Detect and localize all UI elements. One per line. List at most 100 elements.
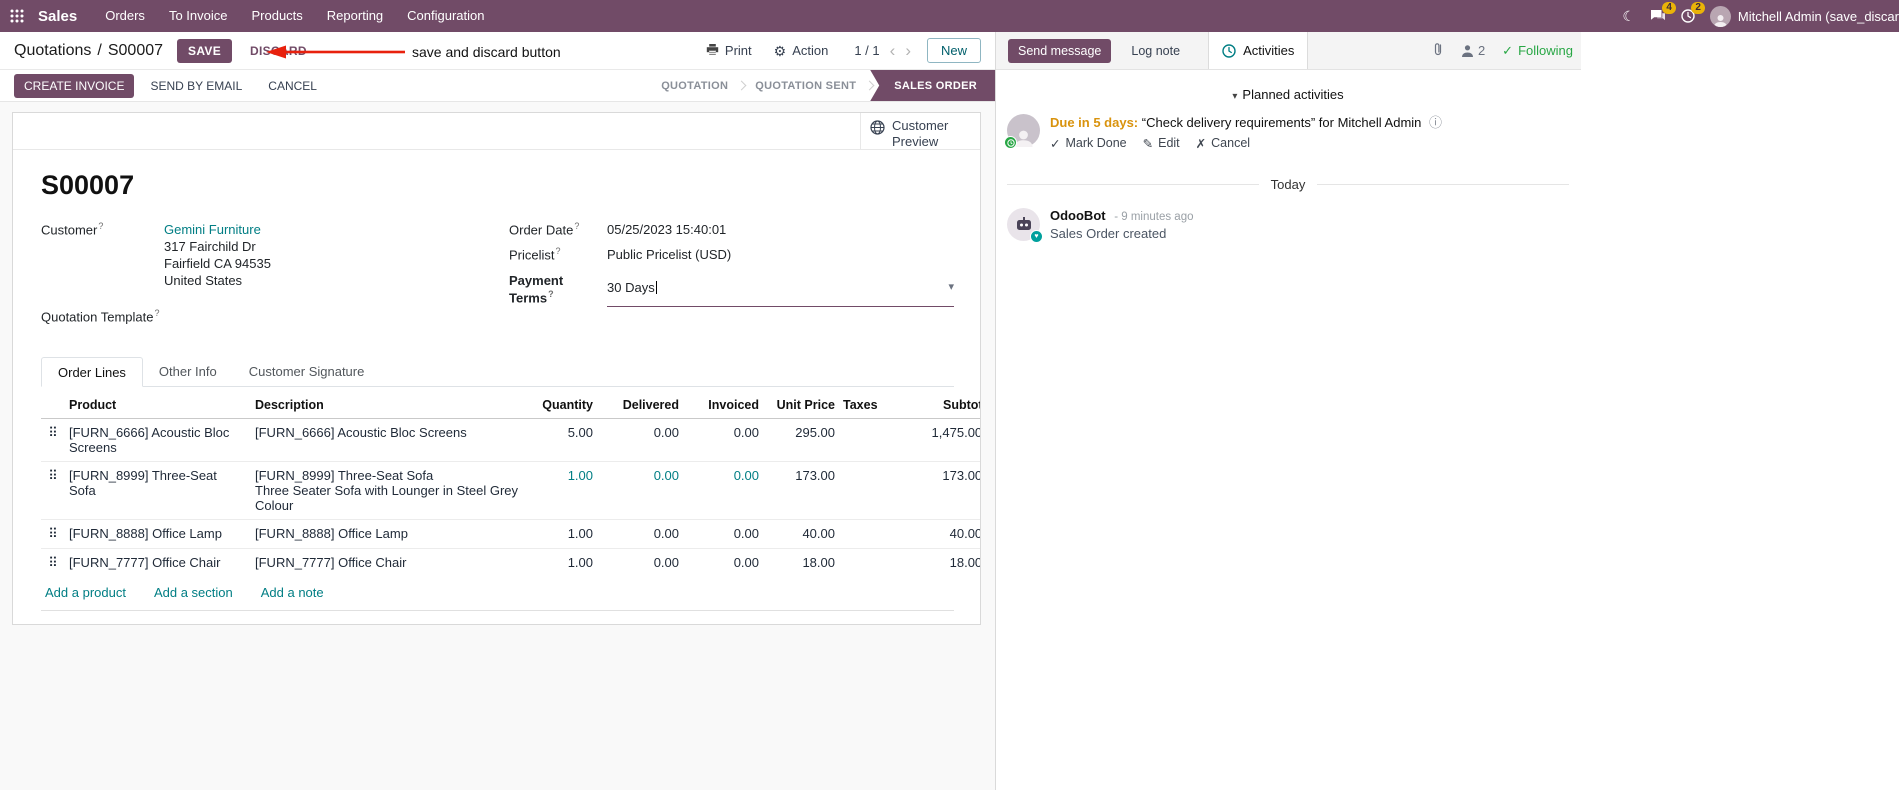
tab-other-info[interactable]: Other Info (143, 357, 233, 386)
apps-grid-icon[interactable] (10, 9, 32, 23)
pager-next-icon[interactable]: › (905, 42, 911, 59)
add-note-link[interactable]: Add a note (261, 585, 324, 600)
cell-description[interactable]: [FURN_8888] Office Lamp (251, 519, 523, 549)
cell-delivered: 0.00 (597, 461, 683, 520)
drag-handle-icon[interactable]: ⠿ (41, 419, 65, 462)
cell-description[interactable]: [FURN_6666] Acoustic Bloc Screens (251, 419, 523, 462)
breadcrumb-separator: / (97, 41, 102, 59)
activity-clock-icon[interactable]: 2 (1681, 2, 1705, 23)
navbar-systray: ☾ 4 2 Mitchell Admin (save_discar (1612, 2, 1899, 27)
cell-description[interactable]: [FURN_7777] Office Chair (251, 548, 523, 578)
cell-quantity[interactable]: 5.00 (523, 419, 597, 462)
cell-product[interactable]: [FURN_7777] Office Chair (65, 548, 251, 578)
clock-icon (1222, 43, 1236, 58)
save-button[interactable]: SAVE (177, 38, 233, 63)
cell-unit-price[interactable]: 18.00 (763, 548, 839, 578)
quotation-template-label[interactable]: Quotation Template? (41, 308, 160, 325)
activity-avatar[interactable] (1004, 114, 1040, 149)
add-section-link[interactable]: Add a section (154, 585, 233, 600)
edit-activity-button[interactable]: ✎ Edit (1143, 136, 1180, 151)
mark-done-button[interactable]: ✓ Mark Done (1050, 136, 1127, 151)
tab-order-lines[interactable]: Order Lines (41, 357, 143, 388)
customer-preview-button[interactable]: Customer Preview (860, 113, 980, 149)
menu-products[interactable]: Products (239, 0, 314, 32)
cell-taxes[interactable] (839, 548, 897, 578)
action-button[interactable]: ⚙ Action (774, 43, 829, 58)
payment-terms-value: 30 Days (607, 279, 655, 295)
order-date-label: Order Date? (509, 221, 580, 238)
odoobot-avatar[interactable]: ♥ (1007, 207, 1043, 243)
cell-unit-price[interactable]: 173.00 (763, 461, 839, 520)
cell-subtotal: 173.00 € (897, 461, 980, 520)
drag-handle-icon[interactable]: ⠿ (41, 461, 65, 520)
state-quotation[interactable]: QUOTATION (648, 70, 741, 101)
state-quotation-sent[interactable]: QUOTATION SENT (742, 70, 869, 101)
record-title: S00007 (41, 170, 135, 200)
tab-customer-signature[interactable]: Customer Signature (233, 357, 381, 386)
cell-description[interactable]: [FURN_8999] Three-Seat Sofa Three Seater … (251, 461, 523, 520)
user-menu[interactable]: Mitchell Admin (save_discar (1709, 5, 1899, 27)
activities-tab[interactable]: Activities (1208, 32, 1309, 69)
send-by-email-button[interactable]: SEND BY EMAIL (140, 74, 252, 98)
user-name: Mitchell Admin (save_discar (1737, 8, 1899, 24)
add-product-link[interactable]: Add a product (45, 585, 126, 600)
pencil-icon: ✎ (1142, 136, 1154, 151)
new-button[interactable]: New (926, 38, 981, 63)
menu-orders[interactable]: Orders (93, 0, 157, 32)
table-header-row: Product Description Quantity Delivered I… (41, 389, 980, 420)
cancel-activity-button[interactable]: ✗ Cancel (1196, 136, 1250, 151)
drag-handle-icon[interactable]: ⠿ (41, 519, 65, 549)
pager-prev-icon[interactable]: ‹ (890, 42, 896, 59)
customer-address-line2: Fairfield CA 94535 (164, 256, 271, 272)
attachment-paperclip-icon[interactable] (1432, 42, 1444, 59)
cell-product[interactable]: [FURN_8999] Three-Seat Sofa (65, 461, 251, 520)
followers-button[interactable]: 2 (1461, 43, 1485, 58)
send-message-button[interactable]: Send message (1008, 38, 1112, 63)
cell-invoiced: 0.00 (683, 519, 763, 549)
cancel-button[interactable]: CANCEL (258, 74, 327, 98)
cell-quantity[interactable]: 1.00 (523, 548, 597, 578)
printer-icon (706, 44, 719, 56)
cell-taxes[interactable] (839, 519, 897, 549)
cell-taxes[interactable] (839, 419, 897, 462)
log-note-button[interactable]: Log note (1121, 39, 1190, 63)
order-date-value[interactable]: 05/25/2023 15:40:01 (607, 221, 954, 238)
messages-icon[interactable]: 4 (1650, 2, 1676, 23)
menu-reporting[interactable]: Reporting (315, 0, 395, 32)
dropdown-caret-icon[interactable]: ▾ (948, 280, 954, 295)
message-author[interactable]: OdooBot (1050, 208, 1106, 223)
print-label: Print (724, 43, 752, 58)
customer-link[interactable]: Gemini Furniture (164, 222, 261, 237)
menu-to-invoice[interactable]: To Invoice (157, 0, 240, 32)
col-delivered: Delivered (597, 389, 683, 420)
control-panel: Quotations / S00007 SAVE DISCARD save an… (0, 32, 995, 70)
following-label: Following (1518, 43, 1573, 58)
drag-handle-icon[interactable]: ⠿ (41, 548, 65, 578)
menu-configuration[interactable]: Configuration (395, 0, 496, 32)
statusbar-states: QUOTATION QUOTATION SENT SALES ORDER (648, 70, 995, 101)
state-sales-order[interactable]: SALES ORDER (870, 70, 995, 101)
app-name[interactable]: Sales (38, 8, 77, 25)
today-label: Today (1270, 176, 1306, 192)
planned-activities-header[interactable]: ▾ Planned activities (1007, 87, 1569, 102)
payment-terms-input[interactable]: 30 Days ▾ (607, 272, 954, 307)
info-icon[interactable]: ⓘ (1429, 115, 1442, 130)
following-button[interactable]: ✓ Following (1502, 43, 1573, 59)
create-invoice-button[interactable]: CREATE INVOICE (14, 73, 135, 98)
cell-unit-price[interactable]: 40.00 (763, 519, 839, 549)
col-unit-price: Unit Price (763, 389, 839, 420)
action-label: Action (792, 43, 829, 58)
cell-quantity[interactable]: 1.00 (523, 519, 597, 549)
print-button[interactable]: Print (706, 43, 752, 58)
cell-product[interactable]: [FURN_6666] Acoustic Bloc Screens (65, 419, 251, 462)
pricelist-value[interactable]: Public Pricelist (USD) (607, 246, 954, 263)
chatter-topbar: Send message Log note Activities 2 ✓ Fol… (996, 32, 1581, 70)
cell-unit-price[interactable]: 295.00 (763, 419, 839, 462)
person-icon (1461, 45, 1473, 57)
dark-mode-icon[interactable]: ☾ (1622, 8, 1635, 25)
customer-preview-label: Customer Preview (892, 118, 949, 150)
cell-taxes[interactable] (839, 461, 897, 520)
breadcrumb-quotations[interactable]: Quotations (14, 42, 91, 60)
cell-quantity[interactable]: 1.00 (523, 461, 597, 520)
cell-product[interactable]: [FURN_8888] Office Lamp (65, 519, 251, 549)
